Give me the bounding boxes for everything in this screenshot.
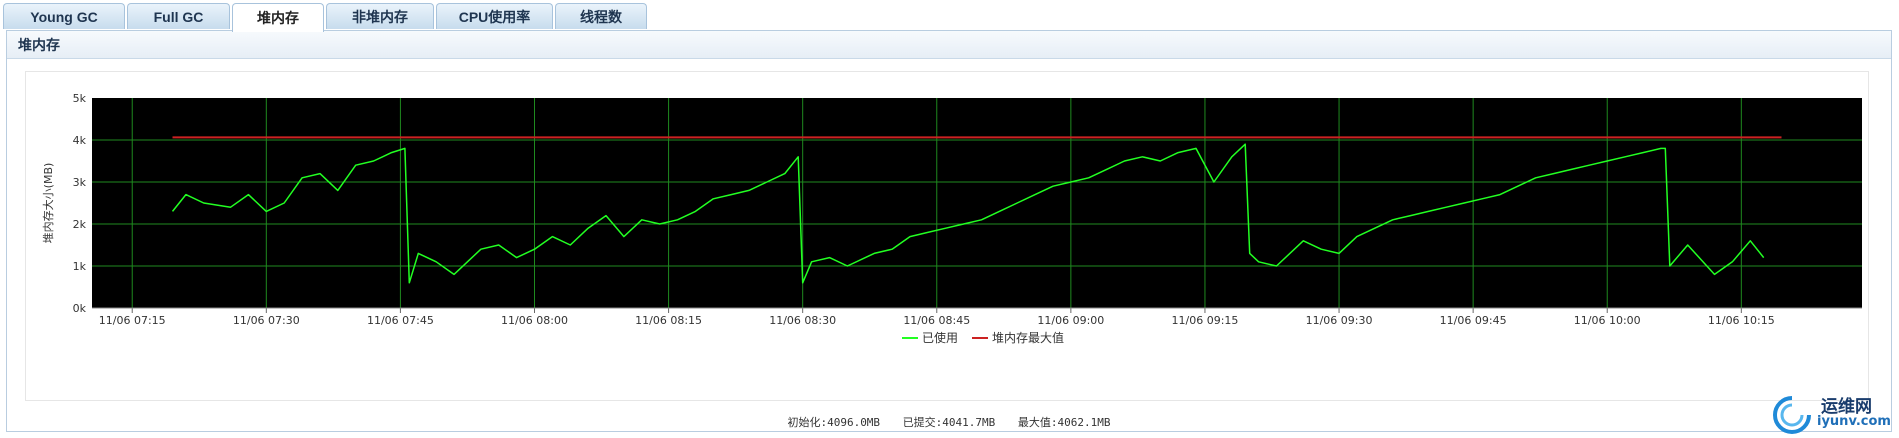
y-tick-label: 2k [73, 218, 87, 231]
x-tick-label: 11/06 08:45 [903, 314, 970, 327]
tab-bar: Young GC Full GC 堆内存 非堆内存 CPU使用率 线程数 [3, 3, 1893, 32]
tab-young-gc[interactable]: Young GC [3, 3, 125, 29]
x-tick-label: 11/06 08:15 [635, 314, 702, 327]
tab-heap-memory[interactable]: 堆内存 [232, 3, 324, 32]
x-tick-label: 11/06 07:30 [233, 314, 300, 327]
y-tick-label: 0k [73, 302, 87, 315]
init-stat: 初始化:4096.0MB [787, 416, 881, 429]
heap-chart-frame: 0k 1k 2k 3k 4k 5k 11/06 07:15 11/06 07:30 11/06 … [25, 71, 1869, 401]
x-tick-label: 11/06 08:30 [769, 314, 836, 327]
committed-stat: 已提交:4041.7MB [902, 416, 996, 429]
watermark-url: iyunv.com [1817, 414, 1891, 429]
x-tick-label: 11/06 09:30 [1306, 314, 1373, 327]
tab-cpu-usage[interactable]: CPU使用率 [436, 3, 553, 29]
tab-non-heap-memory[interactable]: 非堆内存 [326, 3, 434, 29]
y-tick-label: 1k [73, 260, 87, 273]
max-stat: 最大值:4062.1MB [1017, 416, 1111, 429]
y-axis-title: 堆内存大小(MB) [41, 163, 55, 244]
tab-full-gc[interactable]: Full GC [127, 3, 230, 29]
y-tick-label: 4k [73, 134, 87, 147]
x-tick-label: 11/06 10:15 [1708, 314, 1775, 327]
site-watermark: 运维网 iyunv.com [1767, 392, 1891, 434]
x-tick-label: 11/06 07:15 [99, 314, 166, 327]
x-tick-label: 11/06 09:15 [1172, 314, 1239, 327]
legend-max-label: 堆内存最大值 [992, 330, 1064, 345]
legend-used-label: 已使用 [922, 330, 958, 345]
heap-memory-chart: 0k 1k 2k 3k 4k 5k 11/06 07:15 11/06 07:30 11/06 … [41, 92, 1862, 345]
x-tick-label: 11/06 08:00 [501, 314, 568, 327]
x-tick-label: 11/06 09:45 [1440, 314, 1507, 327]
panel-title: 堆内存 [7, 31, 1891, 59]
y-tick-label: 3k [73, 176, 87, 189]
y-tick-label: 5k [73, 92, 87, 105]
tab-thread-count[interactable]: 线程数 [555, 3, 647, 29]
memory-stats: 初始化:4096.0MB 已提交:4041.7MB 最大值:4062.1MB [7, 414, 1891, 430]
watermark-logo-icon [1773, 396, 1811, 434]
plot-area [92, 98, 1862, 308]
x-tick-label: 11/06 07:45 [367, 314, 434, 327]
x-tick-label: 11/06 10:00 [1574, 314, 1641, 327]
heap-memory-panel: 堆内存 0k 1k 2k 3k 4k 5k 11/06 07:15 11/06 07:30 11… [6, 30, 1892, 432]
x-tick-label: 11/06 09:00 [1037, 314, 1104, 327]
